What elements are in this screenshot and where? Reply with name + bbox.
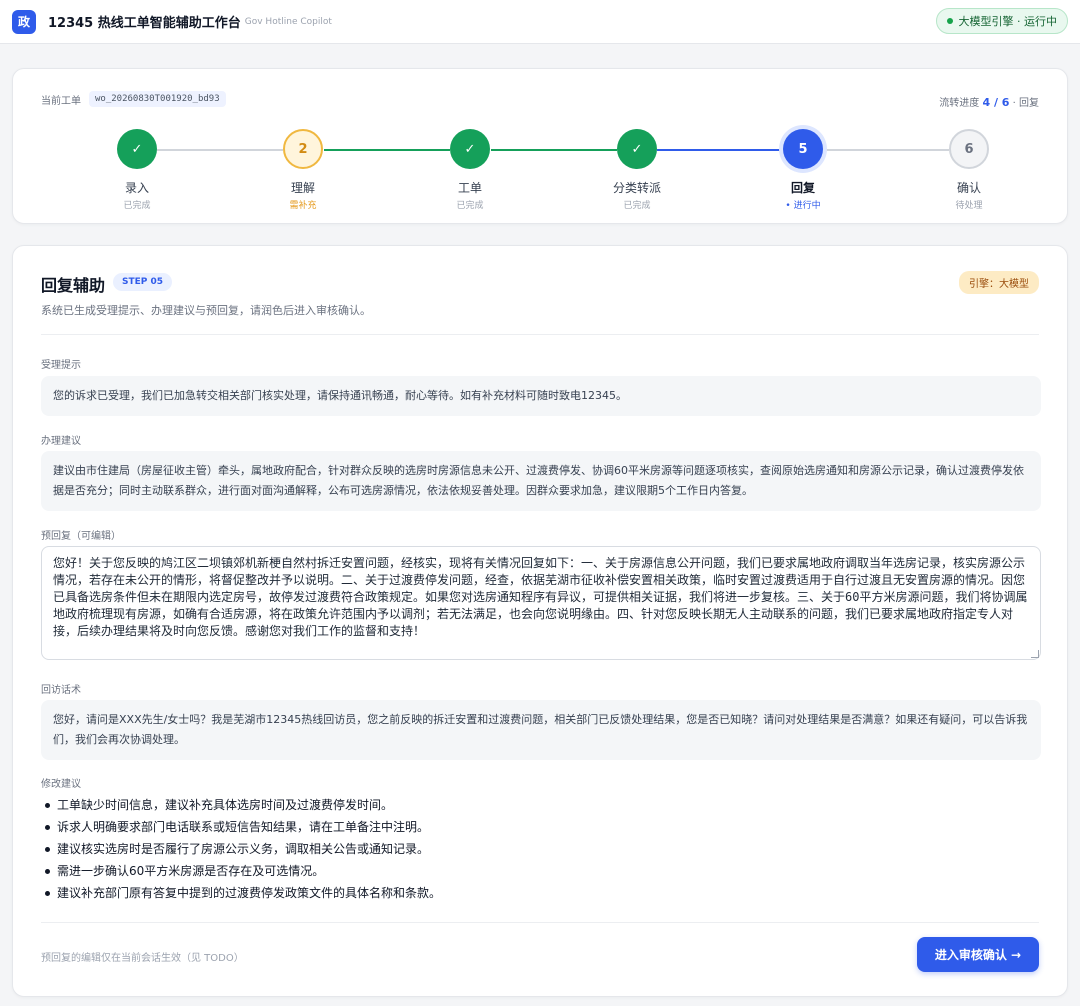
step-label: 录入 [124, 181, 149, 195]
top-bar: 政 12345 热线工单智能辅助工作台 Gov Hotline Copilot … [0, 0, 1080, 44]
list-item: 工单缺少时间信息，建议补充具体选房时间及过渡费停发时间。 [41, 794, 441, 816]
step-label: 确认 [956, 181, 981, 195]
suggestion-list: 工单缺少时间信息，建议补充具体选房时间及过渡费停发时间。 诉求人明确要求部门电话… [41, 794, 441, 904]
workorder-line: 当前工单 wo_20260830T001920_bd93 [41, 91, 226, 107]
check-icon: ✓ [450, 129, 490, 169]
divider [41, 922, 1039, 923]
handle-text: 建议由市住建局（房屋征收主管）牵头，属地政府配合，针对群众反映的选房时房源信息未… [41, 451, 1041, 511]
step-label: 回复 [790, 181, 815, 195]
submit-review-button[interactable]: 进入审核确认 → [917, 937, 1039, 972]
reply-card: 回复辅助 STEP 05 引擎：大模型 系统已生成受理提示、办理建议与预回复，请… [12, 245, 1068, 997]
list-item: 建议核实选房时是否履行了房源公示义务，调取相关公告或通知记录。 [41, 838, 441, 860]
engine-status-text: 大模型引擎 · 运行中 [958, 15, 1058, 28]
step-status: • 进行中 [785, 201, 821, 211]
list-item: 诉求人明确要求部门电话联系或短信告知结果，请在工单备注中注明。 [41, 816, 441, 838]
flow-label: 流转进度 [939, 98, 980, 109]
app-subtitle: Gov Hotline Copilot [244, 16, 332, 27]
step-badge: STEP 05 [113, 273, 173, 291]
resize-handle-icon[interactable] [1031, 650, 1039, 658]
draft-label: 预回复（可编辑） [41, 531, 121, 542]
engine-badge: 引擎：大模型 [959, 271, 1039, 294]
check-icon: ✓ [117, 129, 157, 169]
engine-status-badge: 大模型引擎 · 运行中 [935, 8, 1068, 34]
step-status: 已完成 [623, 201, 651, 211]
flow-suffix: · 回复 [1012, 98, 1039, 109]
accept-label: 受理提示 [41, 360, 81, 371]
step-number-icon: 5 [783, 129, 823, 169]
divider [41, 334, 1039, 335]
section-description: 系统已生成受理提示、办理建议与预回复，请润色后进入审核确认。 [41, 304, 371, 317]
step-confirm[interactable]: 6 确认 待处理 [909, 129, 1029, 211]
step-label: 工单 [457, 181, 482, 195]
footnote: 预回复的编辑仅在当前会话生效（见 TODO） [41, 953, 244, 964]
draft-reply-textarea[interactable]: 您好！关于您反映的鸠江区二坝镇郊机新梗自然村拆迁安置问题，经核实，现将有关情况回… [41, 546, 1041, 660]
flow-value: 4 / 6 [982, 96, 1010, 109]
step-status: 已完成 [123, 201, 151, 211]
step-label: 理解 [290, 181, 315, 195]
workorder-label: 当前工单 [41, 95, 81, 107]
app-logo: 政 [12, 9, 36, 34]
step-understand[interactable]: 2 理解 需补充 [243, 129, 363, 211]
callback-label: 回访话术 [41, 685, 81, 696]
workorder-id: wo_20260830T001920_bd93 [89, 91, 226, 107]
check-icon: ✓ [617, 129, 657, 169]
list-item: 建议补充部门原有答复中提到的过渡费停发政策文件的具体名称和条款。 [41, 882, 441, 904]
step-dispatch[interactable]: ✓ 分类转派 已完成 [577, 129, 697, 211]
step-number-icon: 2 [283, 129, 323, 169]
step-number-icon: 6 [949, 129, 989, 169]
step-status: 需补充 [289, 201, 317, 211]
progress-card: 当前工单 wo_20260830T001920_bd93 流转进度 4 / 6 … [12, 68, 1068, 224]
step-tracker: ✓ 录入 已完成 2 理解 需补充 ✓ 工单 已完成 ✓ 分类转派 已完成 5 … [41, 129, 1041, 211]
step-status: 已完成 [456, 201, 484, 211]
status-dot-icon [946, 18, 953, 24]
step-intake[interactable]: ✓ 录入 已完成 [77, 129, 197, 211]
app-title: 12345 热线工单智能辅助工作台 [48, 16, 241, 31]
step-workorder[interactable]: ✓ 工单 已完成 [410, 129, 530, 211]
step-status: 待处理 [955, 201, 983, 211]
accept-text: 您的诉求已受理，我们已加急转交相关部门核实处理，请保持通讯畅通，耐心等待。如有补… [41, 376, 1041, 416]
list-item: 需进一步确认60平方米房源是否存在及可选情况。 [41, 860, 441, 882]
section-title: 回复辅助 [41, 276, 106, 295]
step-reply[interactable]: 5 回复 • 进行中 [743, 129, 863, 211]
suggest-label: 修改建议 [41, 779, 81, 790]
callback-text: 您好，请问是XXX先生/女士吗？我是芜湖市12345热线回访员，您之前反映的拆迁… [41, 700, 1041, 760]
handle-label: 办理建议 [41, 436, 81, 447]
step-label: 分类转派 [612, 181, 661, 195]
flow-progress: 流转进度 4 / 6 · 回复 [939, 94, 1039, 109]
